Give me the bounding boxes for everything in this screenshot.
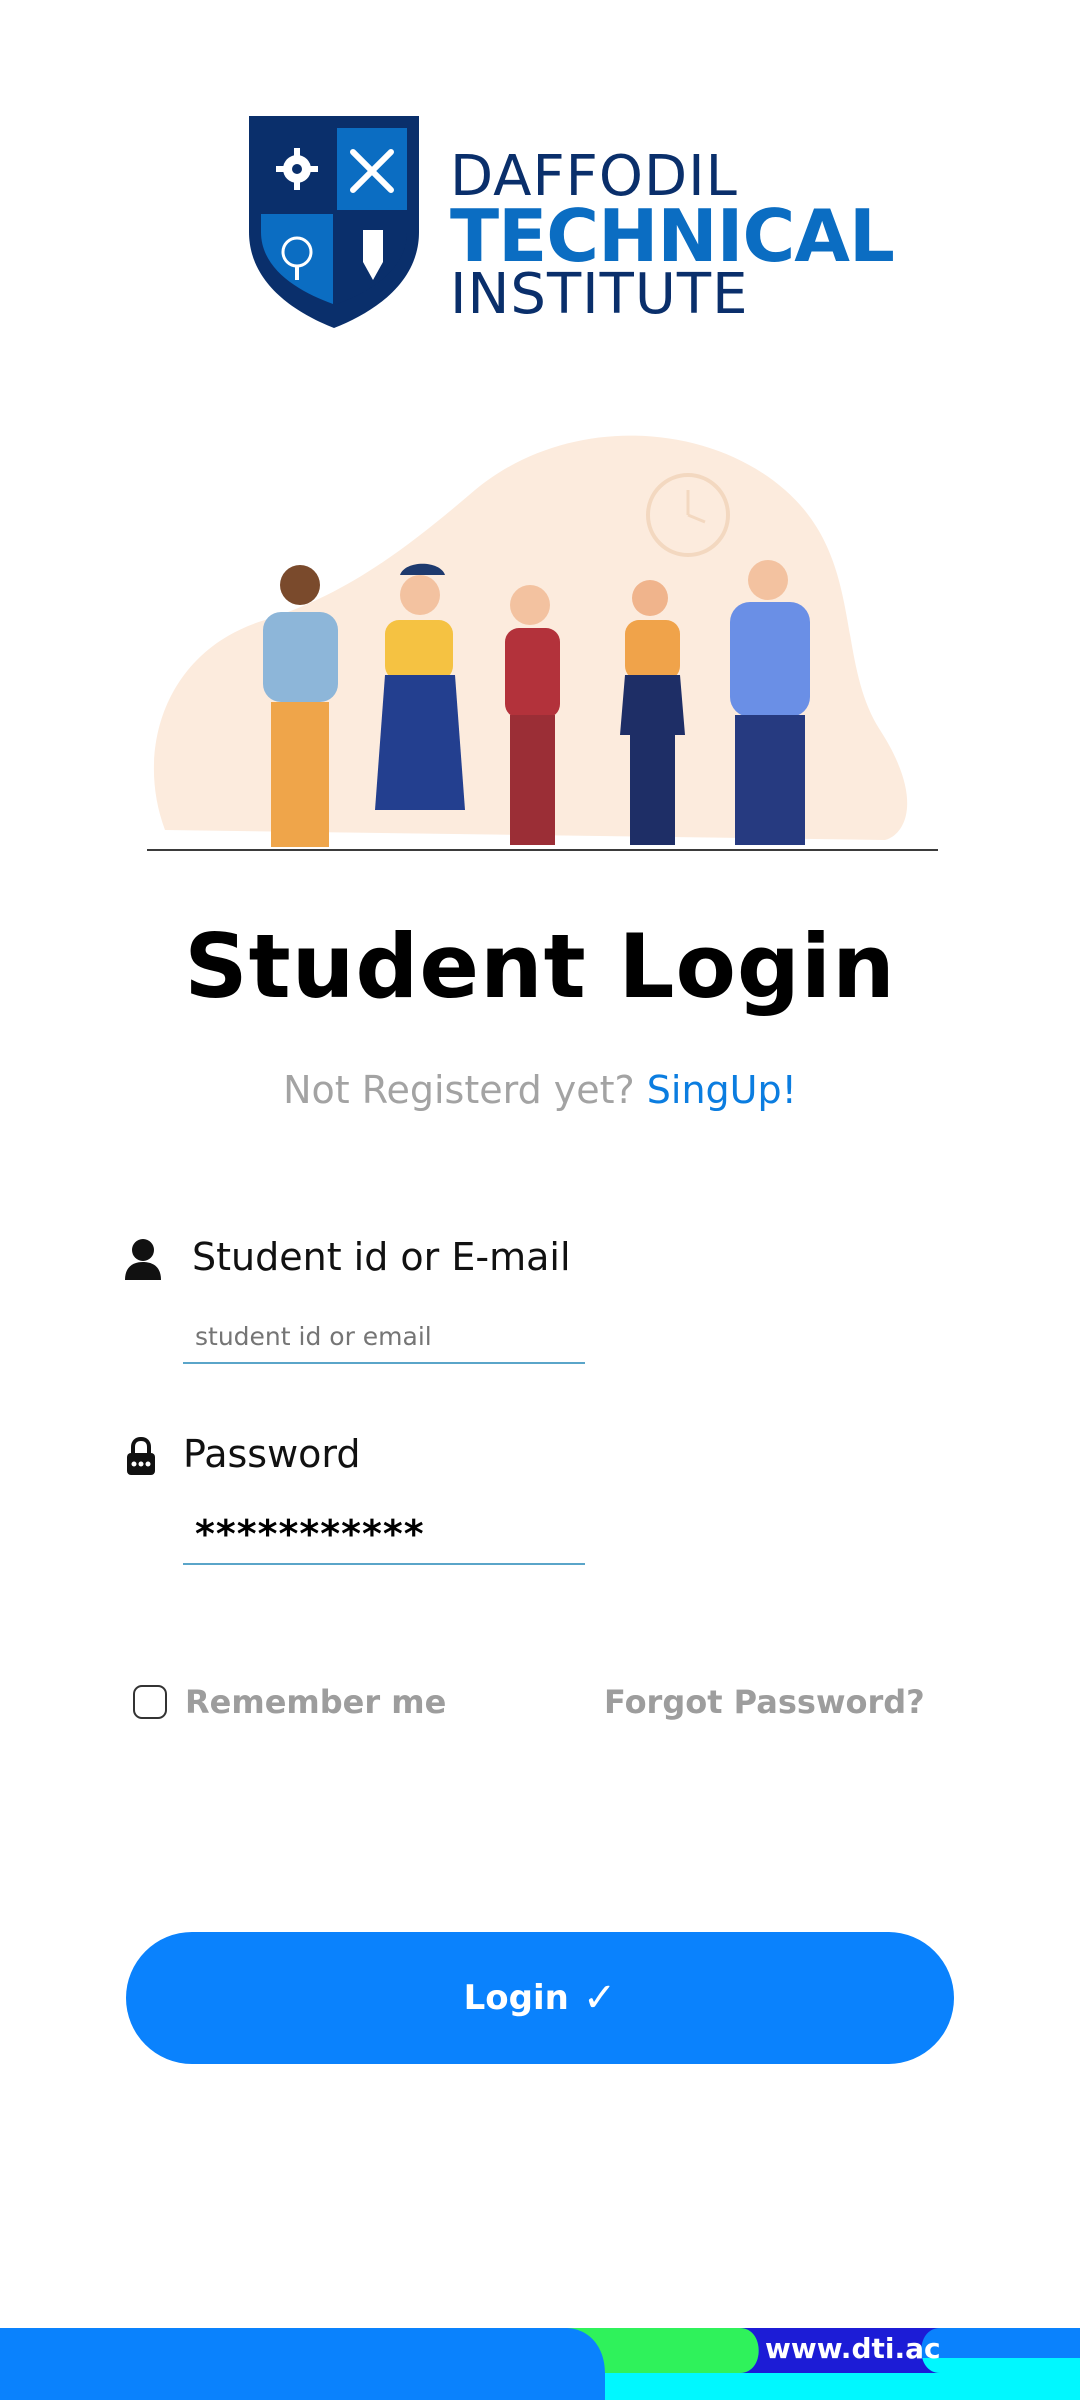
remember-me-label[interactable]: Remember me bbox=[185, 1683, 446, 1721]
shield-emblem bbox=[249, 116, 419, 328]
user-icon bbox=[125, 1239, 161, 1280]
student-id-input[interactable] bbox=[183, 1310, 585, 1364]
password-label: Password bbox=[183, 1432, 361, 1476]
institute-logo: DAFFODIL TECHNICAL INSTITUTE bbox=[245, 112, 895, 332]
students-illustration bbox=[147, 435, 938, 851]
forgot-password-link[interactable]: Forgot Password? bbox=[604, 1683, 925, 1721]
check-icon: ✓ bbox=[582, 1976, 617, 2020]
signup-link[interactable]: SingUp! bbox=[647, 1068, 797, 1112]
login-label: Login bbox=[463, 1978, 569, 2018]
login-button[interactable]: Login ✓ bbox=[126, 1932, 954, 2064]
password-input[interactable] bbox=[183, 1505, 585, 1565]
page-title: Student Login bbox=[184, 915, 896, 1018]
student-id-label: Student id or E-mail bbox=[192, 1235, 571, 1279]
website-url[interactable]: www.dti.ac bbox=[765, 2332, 941, 2365]
lock-icon bbox=[127, 1437, 155, 1475]
logo-line-institute: INSTITUTE bbox=[450, 262, 749, 327]
remember-me-checkbox[interactable] bbox=[133, 1685, 167, 1719]
signup-question: Not Registerd yet? bbox=[283, 1068, 635, 1112]
signup-prompt: Not Registerd yet? SingUp! bbox=[0, 1068, 1080, 1112]
